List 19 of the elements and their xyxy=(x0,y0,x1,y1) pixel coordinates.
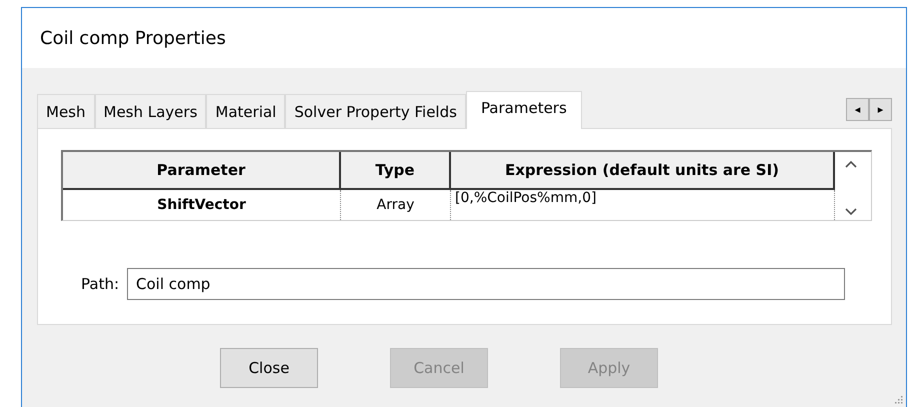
column-header[interactable]: Type xyxy=(341,152,451,190)
tab[interactable]: Mesh xyxy=(37,94,94,128)
tab[interactable]: Material xyxy=(206,94,286,128)
window-title: Coil comp Properties xyxy=(40,28,226,48)
dialog-button[interactable]: Close xyxy=(220,348,318,388)
tab-scroll-button[interactable]: ◂ xyxy=(846,98,869,120)
path-label: Path: xyxy=(81,275,120,293)
scroll-up-icon[interactable] xyxy=(845,160,857,168)
column-header[interactable]: Expression (default units are SI) xyxy=(451,152,835,190)
table-cell: ShiftVector xyxy=(63,190,341,220)
table-cell: Array xyxy=(341,190,451,220)
tab-scroll-button[interactable]: ▸ xyxy=(869,98,892,120)
tab[interactable]: Mesh Layers xyxy=(94,94,206,128)
scroll-down-icon[interactable] xyxy=(845,208,857,216)
resize-grip-icon[interactable] xyxy=(893,394,903,404)
path-field[interactable]: Coil comp xyxy=(127,268,846,300)
tab[interactable]: Parameters xyxy=(466,91,582,129)
column-header[interactable]: Parameter xyxy=(63,152,341,190)
tab[interactable]: Solver Property Fields xyxy=(285,94,466,128)
